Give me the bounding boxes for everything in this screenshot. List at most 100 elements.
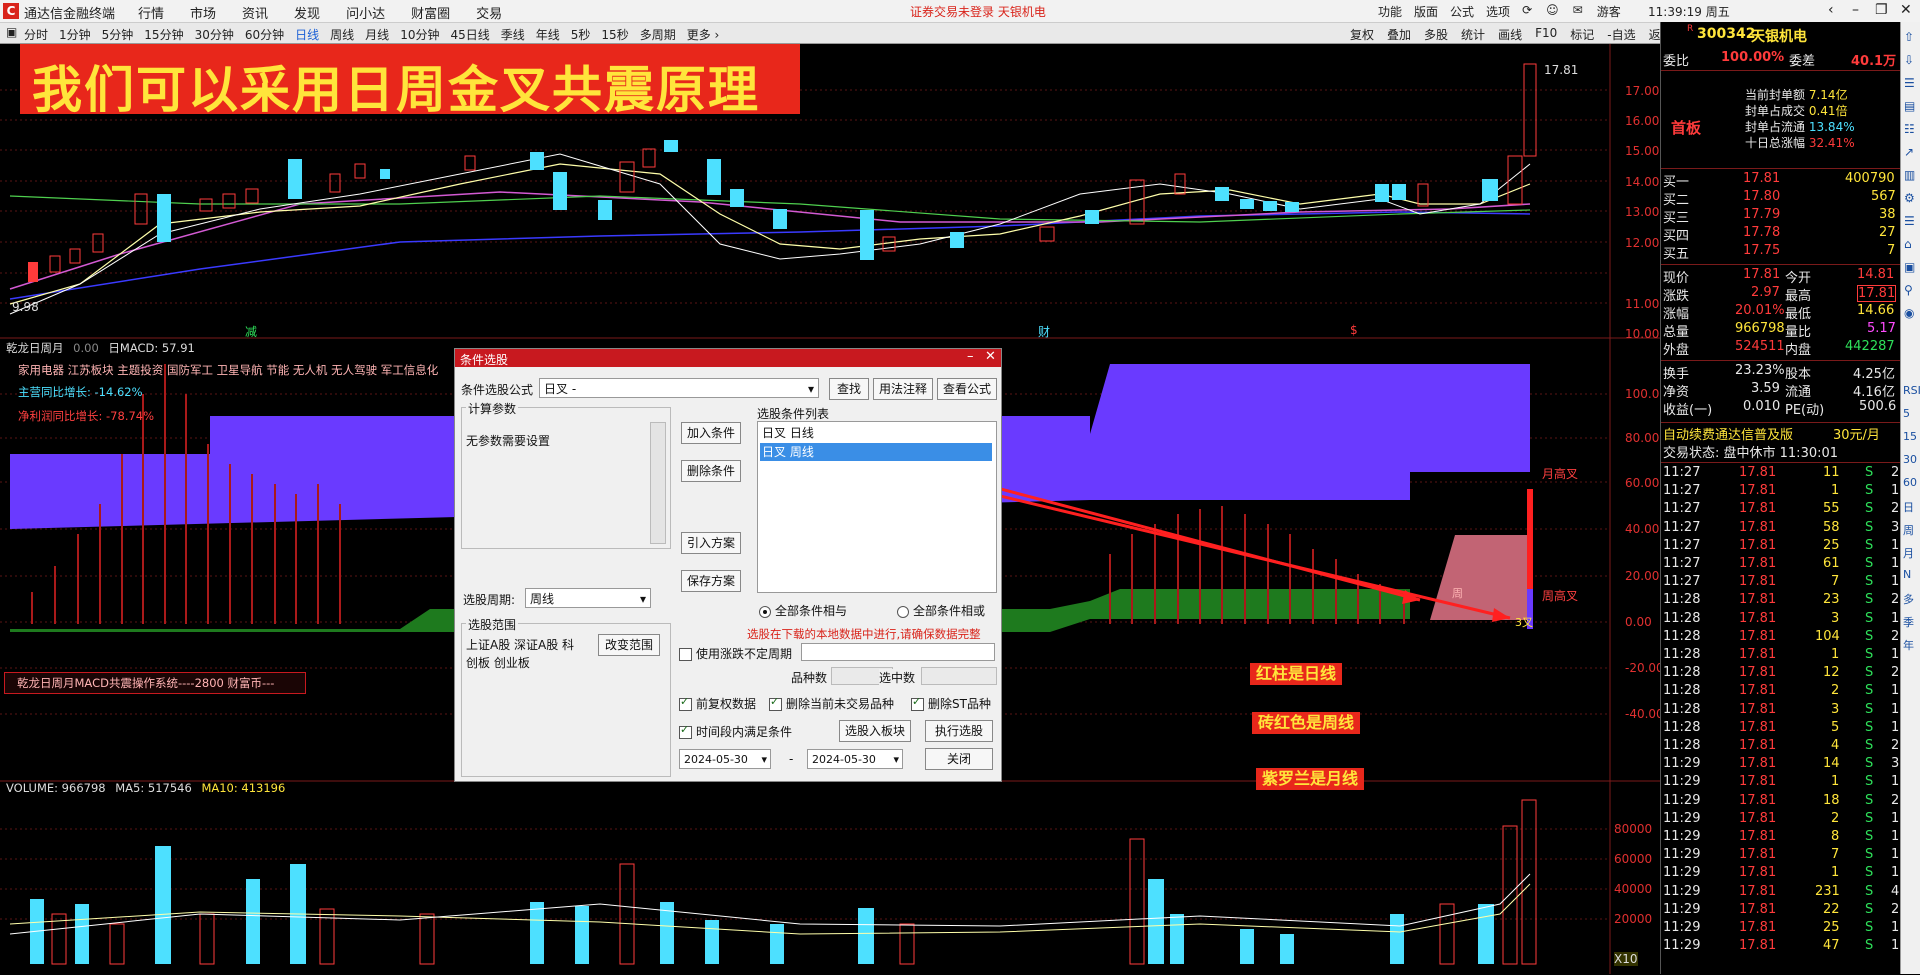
sidebar-period-label[interactable]: 多 bbox=[1903, 591, 1914, 607]
bid-row[interactable]: 买一 17.81 400790 bbox=[1661, 171, 1901, 190]
period-more[interactable]: 更多 › bbox=[687, 26, 720, 43]
tick-list[interactable]: 11:27 17.81 11 S 2 11:27 17.81 1 S 1 11:27 17.81 55 S… bbox=[1661, 462, 1901, 975]
bid-row[interactable]: 买二 17.80 567 bbox=[1661, 189, 1901, 208]
maximize-icon[interactable]: ❐ bbox=[1875, 2, 1888, 18]
bid-row[interactable]: 买五 17.75 7 bbox=[1661, 243, 1901, 262]
toolbar-grid-icon[interactable]: ▣ bbox=[6, 25, 17, 39]
params-scrollbar[interactable] bbox=[650, 422, 666, 544]
menu-item-ask[interactable]: 问小达 bbox=[346, 3, 385, 22]
save-scheme-button[interactable]: 保存方案 bbox=[681, 570, 741, 592]
refresh-icon[interactable]: ⟳ bbox=[1522, 3, 1532, 20]
period-60min[interactable]: 60分钟 bbox=[245, 26, 284, 43]
sidebar-tool-icon[interactable]: ⚙ bbox=[1904, 191, 1915, 205]
menu-item-news[interactable]: 资讯 bbox=[242, 3, 268, 22]
period-select[interactable]: 周线 ▾ bbox=[525, 588, 651, 608]
menu-item-layout[interactable]: 版面 bbox=[1414, 3, 1438, 20]
sidebar-tool-icon[interactable]: ⚲ bbox=[1904, 283, 1913, 297]
menu-item-function[interactable]: 功能 bbox=[1378, 3, 1402, 20]
sidebar-tool-icon[interactable]: ☷ bbox=[1904, 122, 1915, 136]
radio-and[interactable]: 全部条件相与 bbox=[759, 602, 847, 619]
period-30min[interactable]: 30分钟 bbox=[195, 26, 234, 43]
view-formula-button[interactable]: 查看公式 bbox=[937, 378, 997, 400]
period-15sec[interactable]: 15秒 bbox=[601, 26, 628, 43]
back-icon[interactable]: ‹ bbox=[1828, 2, 1834, 18]
sidebar-tool-icon[interactable]: ▥ bbox=[1904, 168, 1915, 182]
sidebar-period-label[interactable]: 季 bbox=[1903, 614, 1914, 630]
delete-condition-button[interactable]: 删除条件 bbox=[681, 460, 741, 482]
sidebar-tool-icon[interactable]: ☰ bbox=[1904, 76, 1915, 90]
close-icon[interactable]: ✕ bbox=[1900, 2, 1912, 18]
menu-item-options[interactable]: 选项 bbox=[1486, 3, 1510, 20]
menu-item-discover[interactable]: 发现 bbox=[294, 3, 320, 22]
tool-multi-stock[interactable]: 多股 bbox=[1424, 26, 1448, 43]
period-1min[interactable]: 1分钟 bbox=[59, 26, 91, 43]
period-10min[interactable]: 10分钟 bbox=[400, 26, 439, 43]
sidebar-period-label[interactable]: 周 bbox=[1903, 522, 1914, 538]
formula-select[interactable]: 日叉 - ▾ bbox=[539, 378, 819, 398]
promo-row[interactable]: 自动续费通达信普及版 30元/月 bbox=[1661, 422, 1901, 443]
date-to-field[interactable]: 2024-05-30 ▾ bbox=[807, 749, 903, 769]
stock-code[interactable]: 300342 bbox=[1697, 26, 1755, 42]
sidebar-period-label[interactable]: N bbox=[1903, 568, 1911, 581]
sidebar-period-label[interactable]: 15 bbox=[1903, 430, 1917, 443]
period-timeshare[interactable]: 分时 bbox=[24, 26, 48, 43]
dialog-minimize-icon[interactable]: – bbox=[967, 349, 974, 364]
sidebar-tool-icon[interactable]: ⇧ bbox=[1904, 30, 1914, 44]
event-marker[interactable]: 减 bbox=[245, 323, 257, 340]
tool-adjust[interactable]: 复权 bbox=[1350, 26, 1374, 43]
uncertain-period-checkbox[interactable]: 使用涨跌不定周期 bbox=[679, 645, 792, 662]
prev-adjust-checkbox[interactable]: 前复权数据 bbox=[679, 695, 756, 712]
find-button[interactable]: 查找 bbox=[829, 378, 869, 400]
period-multi[interactable]: 多周期 bbox=[640, 26, 676, 43]
time-range-checkbox[interactable]: 时间段内满足条件 bbox=[679, 723, 792, 740]
stock-name[interactable]: 天银机电 bbox=[1751, 26, 1807, 46]
period-monthly[interactable]: 月线 bbox=[365, 26, 389, 43]
dialog-titlebar[interactable]: 条件选股 – ✕ bbox=[455, 349, 1001, 367]
period-quarter[interactable]: 季线 bbox=[501, 26, 525, 43]
sidebar-tool-icon[interactable]: ☰ bbox=[1904, 214, 1915, 228]
radio-or-dot[interactable] bbox=[897, 605, 909, 618]
event-marker[interactable]: $ bbox=[1350, 323, 1358, 337]
usage-notes-button[interactable]: 用法注释 bbox=[873, 378, 933, 400]
run-screen-button[interactable]: 执行选股 bbox=[925, 720, 993, 742]
sidebar-period-label[interactable]: RSI bbox=[1903, 384, 1920, 397]
sidebar-period-label[interactable]: 年 bbox=[1903, 637, 1914, 653]
radio-and-dot[interactable] bbox=[759, 605, 771, 618]
sidebar-period-label[interactable]: 60 bbox=[1903, 476, 1917, 489]
sidebar-period-label[interactable]: 日 bbox=[1903, 499, 1914, 515]
period-year[interactable]: 年线 bbox=[536, 26, 560, 43]
tool-statistics[interactable]: 统计 bbox=[1461, 26, 1485, 43]
period-5sec[interactable]: 5秒 bbox=[571, 26, 591, 43]
to-block-button[interactable]: 选股入板块 bbox=[839, 720, 911, 742]
sidebar-period-label[interactable]: 30 bbox=[1903, 453, 1917, 466]
minimize-icon[interactable]: – bbox=[1852, 2, 1859, 18]
radio-or[interactable]: 全部条件相或 bbox=[897, 602, 985, 619]
condition-list[interactable]: 日叉 日线 日叉 周线 bbox=[757, 421, 997, 593]
period-5min[interactable]: 5分钟 bbox=[102, 26, 134, 43]
tool-mark[interactable]: 标记 bbox=[1570, 26, 1594, 43]
condition-item-selected[interactable]: 日叉 周线 bbox=[760, 443, 992, 461]
del-untraded-checkbox[interactable]: 删除当前未交易品种 bbox=[769, 695, 894, 712]
sidebar-tool-icon[interactable]: ▣ bbox=[1904, 260, 1915, 274]
bid-row[interactable]: 买四 17.78 27 bbox=[1661, 225, 1901, 244]
period-45day[interactable]: 45日线 bbox=[450, 26, 489, 43]
close-button[interactable]: 关闭 bbox=[925, 748, 993, 770]
bid-row[interactable]: 买三 17.79 38 bbox=[1661, 207, 1901, 226]
mail-icon[interactable]: ✉ bbox=[1573, 3, 1583, 20]
user-icon[interactable]: ☺ bbox=[1546, 3, 1559, 20]
menu-item-quotes[interactable]: 行情 bbox=[138, 3, 164, 22]
dialog-close-icon[interactable]: ✕ bbox=[985, 349, 996, 364]
date-from-field[interactable]: 2024-05-30 ▾ bbox=[679, 749, 771, 769]
menu-item-wealth[interactable]: 财富圈 bbox=[411, 3, 450, 22]
sidebar-tool-icon[interactable]: ▤ bbox=[1904, 99, 1915, 113]
tool-f10[interactable]: F10 bbox=[1535, 26, 1557, 43]
tool-remove-watch[interactable]: -自选 bbox=[1607, 26, 1635, 43]
del-st-checkbox[interactable]: 删除ST品种 bbox=[911, 695, 991, 712]
indicator-title[interactable]: 乾龙日周月 bbox=[6, 341, 64, 355]
sidebar-tool-icon[interactable]: ⇩ bbox=[1904, 53, 1914, 67]
add-condition-button[interactable]: 加入条件 bbox=[681, 422, 741, 444]
import-scheme-button[interactable]: 引入方案 bbox=[681, 532, 741, 554]
period-15min[interactable]: 15分钟 bbox=[144, 26, 183, 43]
volume-label[interactable]: VOLUME: 966798 bbox=[6, 781, 106, 795]
sidebar-tool-icon[interactable]: ⌂ bbox=[1904, 237, 1912, 251]
